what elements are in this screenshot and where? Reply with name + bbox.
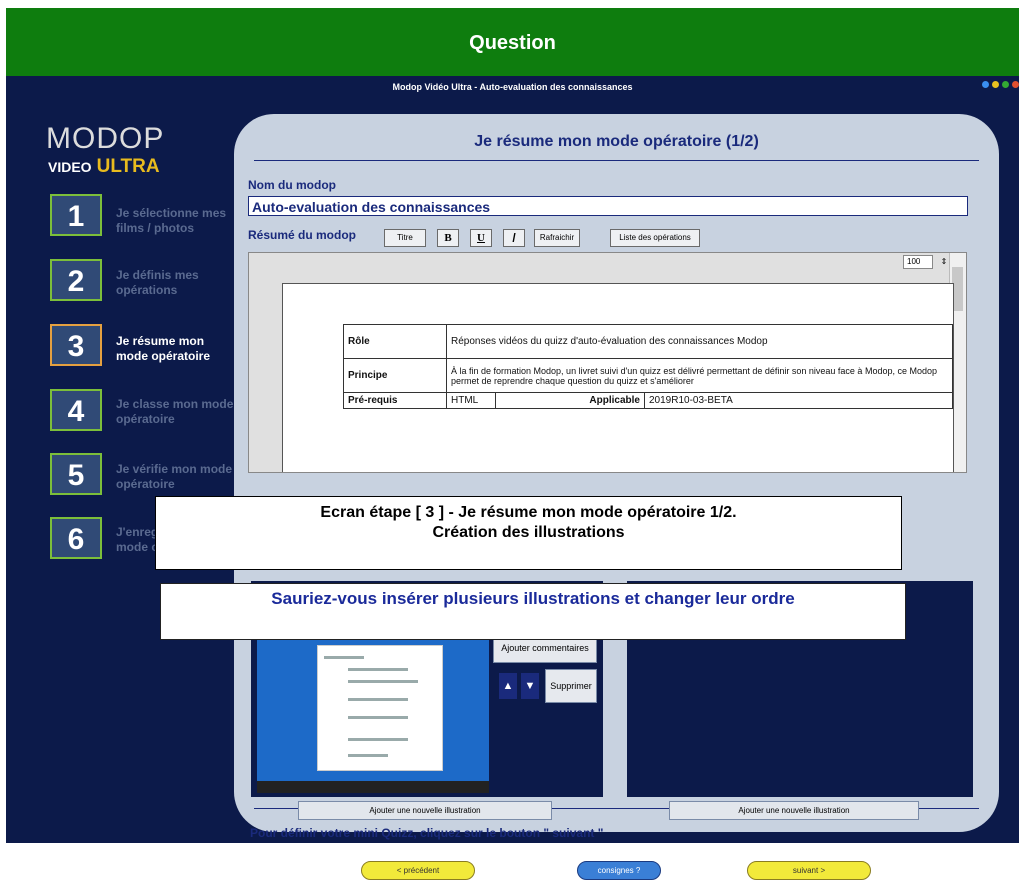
step-1-button[interactable]: 1 [50, 194, 102, 236]
logo-ultra: ULTRA [96, 156, 160, 177]
move-up-button[interactable]: ▲ [499, 673, 517, 699]
underline-button[interactable]: U [470, 229, 492, 247]
summary-editor[interactable]: 100 ⇕ Rôle Réponses vidéos du quizz d'au… [248, 252, 967, 473]
prereq-value: HTML [446, 392, 496, 409]
step-5-label[interactable]: Je vérifie mon mode opératoire [116, 462, 236, 492]
logo-video: VIDEO [48, 159, 92, 175]
app-title: Modop Vidéo Ultra - Auto-evaluation des … [392, 82, 633, 92]
role-key: Rôle [343, 324, 447, 359]
question-box: Sauriez-vous insérer plusieurs illustrat… [160, 583, 906, 640]
document-page: Rôle Réponses vidéos du quizz d'auto-éva… [282, 283, 954, 472]
name-label: Nom du modop [248, 178, 336, 192]
previous-button[interactable]: < précédent [361, 861, 475, 880]
step-2-label[interactable]: Je définis mes opérations [116, 268, 236, 298]
step-2-button[interactable]: 2 [50, 259, 102, 301]
app-window: Modop Vidéo Ultra - Auto-evaluation des … [6, 76, 1019, 880]
summary-label: Résumé du modop [248, 228, 357, 242]
step-3-label[interactable]: Je résume mon mode opératoire [116, 334, 236, 364]
add-illustration-right-button[interactable]: Ajouter une nouvelle illustration [669, 801, 919, 820]
applicable-key: Applicable [495, 392, 645, 409]
italic-button[interactable]: / [503, 229, 525, 247]
applicable-value: 2019R10-03-BETA [644, 392, 953, 409]
page-title: Je résume mon mode opératoire (1/2) [474, 133, 759, 150]
next-button[interactable]: suivant > [747, 861, 871, 880]
principe-key: Principe [343, 358, 447, 393]
title-button[interactable]: Titre [384, 229, 426, 247]
summary-table: Rôle Réponses vidéos du quizz d'auto-éva… [343, 324, 953, 409]
step-3-button[interactable]: 3 [50, 324, 102, 366]
step-1-label[interactable]: Je sélectionne mes films / photos [116, 206, 236, 236]
principe-value: À la fin de formation Modop, un livret s… [446, 358, 953, 393]
step-4-label[interactable]: Je classe mon mode opératoire [116, 397, 236, 427]
zoom-input[interactable]: 100 [903, 255, 933, 269]
hint-text: Pour définir votre mini Quizz, cliquez s… [250, 826, 604, 840]
prereq-key: Pré-requis [343, 392, 447, 409]
step-caption-line1: Ecran étape [ 3 ] - Je résume mon mode o… [320, 504, 737, 521]
green-dot-icon[interactable] [1002, 81, 1009, 88]
delete-button[interactable]: Supprimer [545, 669, 597, 703]
red-dot-icon[interactable] [1012, 81, 1019, 88]
instructions-button[interactable]: consignes ? [577, 861, 661, 880]
blue-dot-icon[interactable] [982, 81, 989, 88]
step-6-button[interactable]: 6 [50, 517, 102, 559]
step-caption-line2: Création des illustrations [432, 524, 625, 541]
window-controls [982, 81, 1019, 88]
header-title: Question [469, 32, 556, 54]
top-header: Question [6, 8, 1019, 76]
illustration-thumbnail[interactable] [257, 637, 489, 793]
step-4-button[interactable]: 4 [50, 389, 102, 431]
logo-video-ultra: VIDEO ULTRA [48, 156, 160, 178]
refresh-button[interactable]: Rafraichir [534, 229, 580, 247]
name-input[interactable]: Auto-evaluation des connaissances [248, 196, 968, 216]
yellow-dot-icon[interactable] [992, 81, 999, 88]
step-5-button[interactable]: 5 [50, 453, 102, 495]
operations-list-button[interactable]: Liste des opérations [610, 229, 700, 247]
divider [254, 160, 979, 161]
role-value: Réponses vidéos du quizz d'auto-évaluati… [446, 324, 953, 359]
step-caption-box: Ecran étape [ 3 ] - Je résume mon mode o… [155, 496, 902, 570]
logo-modop: MODOP [46, 122, 165, 155]
move-down-button[interactable]: ▼ [521, 673, 539, 699]
add-illustration-left-button[interactable]: Ajouter une nouvelle illustration [298, 801, 552, 820]
bold-button[interactable]: B [437, 229, 459, 247]
